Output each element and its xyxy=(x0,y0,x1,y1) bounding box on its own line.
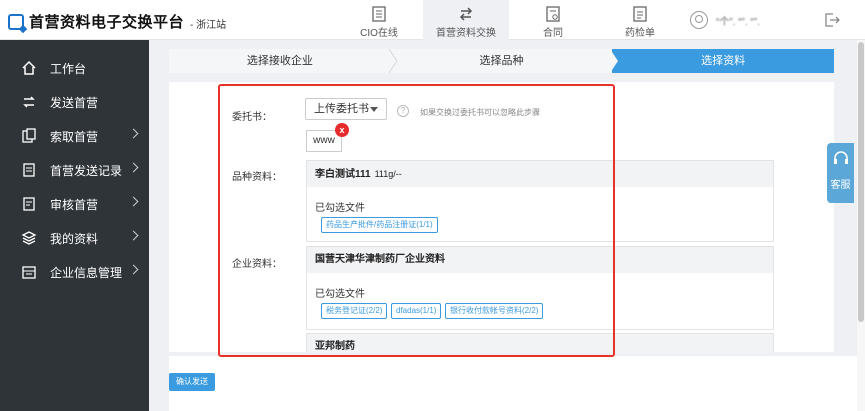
nav-label: 合同 xyxy=(543,28,563,39)
selected-files-label: 已勾选文件 xyxy=(315,203,365,214)
sidebar-item-request[interactable]: 索取首营 xyxy=(0,119,149,153)
file-tag[interactable]: 税务登记证(2/2) xyxy=(321,303,388,319)
entrust-hint: 如果交换过委托书可以忽略此步骤 xyxy=(420,108,540,117)
chevron-right-icon xyxy=(128,230,139,241)
step-separator-icon xyxy=(388,49,398,73)
sidebar-item-label: 首营发送记录 xyxy=(50,163,123,178)
send-icon xyxy=(23,96,35,108)
chevron-right-icon xyxy=(128,264,139,275)
chevron-right-icon xyxy=(128,128,139,139)
home-icon xyxy=(22,60,36,75)
user-menu[interactable]: “个”. “”. “”. xyxy=(690,11,760,29)
company-header: 国营天津华津制药厂企业资料 xyxy=(307,247,773,273)
help-icon: ? xyxy=(397,105,409,117)
contract-icon xyxy=(546,6,560,22)
nav-cio-online[interactable]: CIO在线 xyxy=(336,0,422,40)
step-select-company[interactable]: 选择接收企业 xyxy=(169,49,398,73)
sidebar-item-label: 发送首营 xyxy=(50,95,99,110)
sidebar-item-label: 我的资料 xyxy=(50,231,99,246)
company-panel: 国营天津华津制药厂企业资料 已勾选文件 税务登记证(2/2) dfadas(1/… xyxy=(306,246,774,330)
sidebar-item-audit[interactable]: 审核首营 xyxy=(0,187,149,221)
company-name: 国营天津华津制药厂企业资料 xyxy=(315,254,445,265)
company-icon xyxy=(22,266,36,279)
footer-bar xyxy=(169,356,865,411)
step-select-documents[interactable]: 选择资料 xyxy=(612,49,835,73)
sidebar-item-company-info[interactable]: 企业信息管理 xyxy=(0,255,149,289)
company-name: 亚邦制药 xyxy=(315,341,355,352)
nav-label: CIO在线 xyxy=(360,28,398,39)
nav-test-report[interactable]: 药检单 xyxy=(597,0,683,40)
uploaded-file-name: www xyxy=(313,135,335,146)
document-form: 委托书： 上传委托书 ? 如果交换过委托书可以忽略此步骤 www x 品种资料：… xyxy=(169,82,834,353)
user-name: “个”. “”. “”. xyxy=(716,16,760,28)
company-label: 企业资料： xyxy=(232,259,282,270)
company-header: 亚邦制药 xyxy=(307,334,773,353)
user-avatar-icon xyxy=(690,11,708,29)
upload-entrust-dropdown[interactable]: 上传委托书 xyxy=(305,98,387,120)
sidebar-item-label: 索取首营 xyxy=(50,129,99,144)
sidebar-item-label: 企业信息管理 xyxy=(50,265,123,280)
site-label: - 浙江站 xyxy=(190,19,227,31)
file-tag[interactable]: dfadas(1/1) xyxy=(391,303,442,319)
main-content: 选择接收企业 选择品种 选择资料 委托书： 上传委托书 ? 如果交换过委托书可以… xyxy=(149,40,865,411)
app-logo[interactable]: 首营资料电子交换平台 - 浙江站 xyxy=(8,11,226,32)
layers-icon xyxy=(21,231,37,245)
top-header: 首营资料电子交换平台 - 浙江站 CIO在线 首营资料交换 合同 药检单 “个”… xyxy=(0,0,865,40)
step-select-product[interactable]: 选择品种 xyxy=(390,49,619,73)
page-scrollbar[interactable] xyxy=(857,40,865,411)
nav-label: 首营资料交换 xyxy=(436,28,496,39)
document-icon xyxy=(372,6,386,22)
step-label: 选择品种 xyxy=(479,55,524,67)
sidebar-item-send[interactable]: 发送首营 xyxy=(0,85,149,119)
request-icon xyxy=(22,128,36,143)
sidebar-item-workbench[interactable]: 工作台 xyxy=(0,51,149,85)
scrollbar-thumb[interactable] xyxy=(858,42,864,322)
logo-mark-icon xyxy=(8,13,24,30)
step-label: 选择资料 xyxy=(701,55,746,67)
selected-files-label: 已勾选文件 xyxy=(315,289,365,300)
sidebar-item-records[interactable]: 首营发送记录 xyxy=(0,153,149,187)
step-separator-icon xyxy=(610,49,619,73)
sidebar-item-label: 工作台 xyxy=(50,61,87,76)
nav-contract[interactable]: 合同 xyxy=(510,0,596,40)
nav-first-exchange[interactable]: 首营资料交换 xyxy=(423,0,509,40)
app-title: 首营资料电子交换平台 xyxy=(29,14,185,31)
product-name: 李白测试111 xyxy=(315,169,371,180)
customer-service-button[interactable]: 客服 xyxy=(827,143,854,203)
sidebar-item-my-documents[interactable]: 我的资料 xyxy=(0,221,149,255)
chevron-right-icon xyxy=(128,162,139,173)
caret-down-icon xyxy=(370,107,378,112)
headset-icon xyxy=(833,151,848,164)
logout-icon[interactable] xyxy=(824,12,840,28)
record-icon xyxy=(23,163,35,177)
step-progress: 选择接收企业 选择品种 选择资料 xyxy=(169,49,835,73)
upload-label: 上传委托书 xyxy=(314,103,369,115)
sidebar-item-label: 审核首营 xyxy=(50,197,99,212)
file-tag[interactable]: 银行收付款帐号资料(2/2) xyxy=(445,303,544,319)
file-tag[interactable]: 药品生产批件/药品注册证(1/1) xyxy=(321,217,438,233)
delete-file-button[interactable]: x xyxy=(335,123,349,137)
audit-icon xyxy=(23,197,35,211)
product-spec: 111g/-- xyxy=(374,169,402,179)
chevron-right-icon xyxy=(128,196,139,207)
report-icon xyxy=(633,6,647,22)
product-panel: 李白测试111 111g/-- 已勾选文件 药品生产批件/药品注册证(1/1) xyxy=(306,160,774,242)
sidebar: 工作台 发送首营 索取首营 首营发送记录 审核首营 我的资料 企业信息管理 xyxy=(0,40,149,411)
product-label: 品种资料： xyxy=(232,172,282,183)
confirm-send-button[interactable]: 确认发送 xyxy=(169,373,215,391)
step-label: 选择接收企业 xyxy=(246,55,313,67)
company-panel: 亚邦制药 xyxy=(306,333,774,353)
product-header: 李白测试111 111g/-- xyxy=(307,161,773,187)
nav-label: 药检单 xyxy=(625,28,655,39)
entrust-label: 委托书： xyxy=(232,112,272,123)
customer-service-label: 客服 xyxy=(830,180,851,191)
exchange-icon xyxy=(459,7,473,21)
